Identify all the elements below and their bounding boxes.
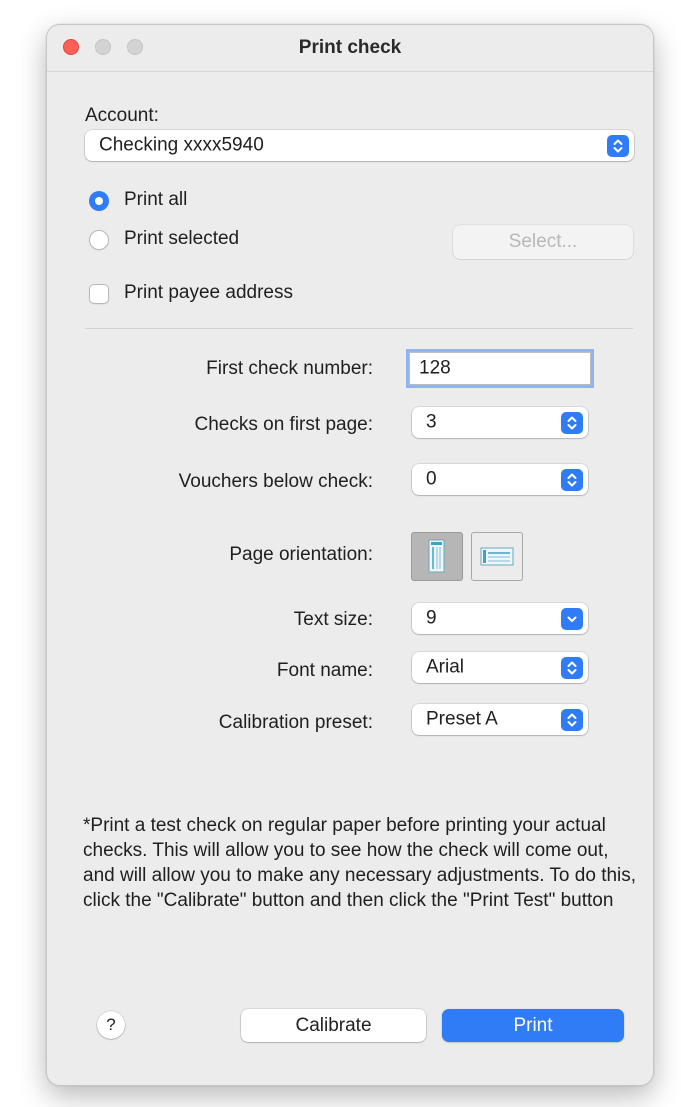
print-all-radio[interactable] bbox=[89, 191, 109, 211]
help-button[interactable]: ? bbox=[97, 1011, 125, 1039]
checks-on-first-page-label: Checks on first page: bbox=[194, 414, 373, 435]
first-check-number-value: 128 bbox=[419, 357, 451, 379]
checks-on-first-page-value: 3 bbox=[426, 411, 437, 433]
font-name-value: Arial bbox=[426, 656, 465, 678]
vouchers-below-check-label: Vouchers below check: bbox=[178, 471, 373, 492]
up-down-chevron-icon bbox=[561, 656, 583, 679]
first-check-number-field[interactable]: 128 bbox=[409, 352, 591, 385]
print-button[interactable]: Print bbox=[442, 1009, 624, 1042]
landscape-page-icon bbox=[480, 547, 514, 566]
landscape-orientation-button[interactable] bbox=[471, 532, 523, 581]
test-print-note: *Print a test check on regular paper bef… bbox=[83, 815, 637, 911]
title-bar: Print check bbox=[47, 25, 653, 72]
print-check-dialog: Print check Account: Checking xxxx5940 P… bbox=[46, 24, 654, 1086]
print-selected-radio[interactable] bbox=[89, 230, 109, 250]
up-down-chevron-icon bbox=[607, 134, 629, 157]
chevron-down-icon bbox=[561, 607, 583, 630]
page-orientation-label: Page orientation: bbox=[229, 544, 373, 565]
first-check-number-label: First check number: bbox=[206, 358, 373, 379]
print-payee-address-checkbox[interactable] bbox=[89, 284, 109, 304]
up-down-chevron-icon bbox=[561, 411, 583, 434]
divider bbox=[85, 328, 633, 329]
calibration-preset-value: Preset A bbox=[426, 708, 498, 730]
up-down-chevron-icon bbox=[561, 468, 583, 491]
text-size-label: Text size: bbox=[293, 609, 373, 630]
print-selected-label[interactable]: Print selected bbox=[124, 228, 239, 250]
vouchers-below-check-popup[interactable]: 0 bbox=[412, 464, 588, 495]
vouchers-below-check-value: 0 bbox=[426, 468, 437, 490]
print-all-label[interactable]: Print all bbox=[124, 189, 187, 211]
calibration-preset-popup[interactable]: Preset A bbox=[412, 704, 588, 735]
calibrate-button[interactable]: Calibrate bbox=[241, 1009, 426, 1042]
font-name-label: Font name: bbox=[276, 660, 373, 681]
portrait-orientation-button[interactable] bbox=[411, 532, 463, 581]
calibration-preset-label: Calibration preset: bbox=[218, 712, 373, 733]
up-down-chevron-icon bbox=[561, 708, 583, 731]
portrait-page-icon bbox=[428, 539, 445, 573]
text-size-popup[interactable]: 9 bbox=[412, 603, 588, 634]
select-button[interactable]: Select... bbox=[453, 225, 633, 259]
checks-on-first-page-popup[interactable]: 3 bbox=[412, 407, 588, 438]
window-title: Print check bbox=[298, 37, 402, 58]
account-value: Checking xxxx5940 bbox=[99, 134, 264, 156]
text-size-value: 9 bbox=[426, 607, 437, 629]
account-label: Account: bbox=[85, 105, 159, 126]
font-name-popup[interactable]: Arial bbox=[412, 652, 588, 683]
account-popup[interactable]: Checking xxxx5940 bbox=[85, 130, 634, 161]
print-payee-address-label[interactable]: Print payee address bbox=[124, 282, 293, 304]
